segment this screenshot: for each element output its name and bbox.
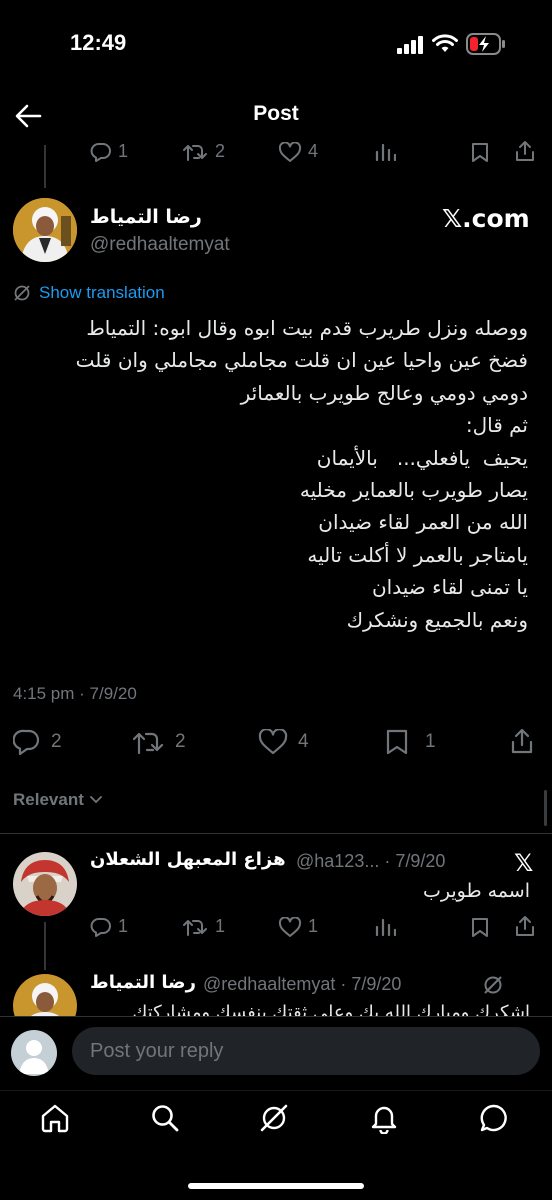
reply-avatar[interactable] [13,852,77,916]
reply1-share-button[interactable] [514,915,536,941]
parent-reply-count: 1 [118,141,129,161]
reply2-text: اشكرك ومبارك الله بك وعلى ثقتك بنفسك ومش… [132,1002,530,1016]
battery-icon [466,33,506,55]
views-icon [374,918,396,936]
views-icon [374,143,396,161]
sort-label: Relevant [13,790,84,809]
reply2-handle-date[interactable]: @redhaaltemyat · 7/9/20 [203,974,401,995]
show-translation-button[interactable]: Show translation [13,283,165,303]
repost-count: 2 [175,731,186,752]
sort-dropdown[interactable]: Relevant [13,790,102,810]
share-icon [514,140,536,162]
share-icon [514,915,536,937]
divider [0,833,552,834]
post-timestamp[interactable]: 4:15 pm · 7/9/20 [13,684,137,704]
reply1-repost-count: 1 [215,916,226,936]
parent-share-button[interactable] [514,140,536,166]
share-icon [510,728,534,754]
parent-views-button[interactable] [374,143,396,165]
grok-icon [482,974,504,996]
heart-icon [278,916,302,937]
reply1-repost-button[interactable]: 1 [183,916,225,937]
parent-like-button[interactable]: 4 [278,141,318,162]
chevron-down-icon [89,796,102,804]
share-button[interactable] [510,728,534,758]
home-icon [39,1102,71,1134]
reply-count: 2 [51,731,62,752]
parent-repost-button[interactable]: 2 [183,141,225,162]
bell-icon [368,1102,400,1134]
user-avatar[interactable] [11,1030,57,1076]
reply2-avatar[interactable] [13,974,77,1016]
repost-button[interactable]: 2 [133,729,186,755]
reply-icon [90,142,112,162]
repost-icon [183,142,209,162]
reply-composer[interactable] [72,1027,540,1075]
like-button[interactable]: 4 [258,729,309,755]
reply-handle-date[interactable]: @ha123... · 7/9/20 [296,851,445,872]
cellular-signal-icon [397,36,425,54]
bookmark-icon [470,142,490,162]
reply-author-name[interactable]: هزاع المعبهل الشعلان [90,849,286,870]
parent-reply-button[interactable]: 1 [90,141,128,162]
scroll-indicator [544,790,547,826]
wifi-icon [432,34,458,54]
repost-icon [133,729,165,755]
author-handle[interactable]: @redhaaltemyat [90,234,230,256]
bookmark-icon [385,729,409,755]
reply1-reply-button[interactable]: 1 [90,916,128,937]
nav-search[interactable] [149,1102,181,1138]
reply1-like-button[interactable]: 1 [278,916,318,937]
repost-icon [183,917,209,937]
reply2-author-name[interactable]: رضا التمياط [90,972,196,993]
thread-line [44,145,46,188]
author-avatar[interactable] [13,198,77,262]
show-translation-label: Show translation [39,283,165,302]
reply-icon [90,917,112,937]
post-body: ووصله ونزل طريرب قدم بيت ابوه وقال ابوه:… [75,316,528,632]
heart-icon [278,141,302,162]
page-title: Post [253,102,299,125]
author-name[interactable]: رضا التمياط [90,206,210,228]
parent-bookmark-button[interactable] [470,142,490,166]
status-time: 12:49 [70,30,127,55]
search-icon [149,1102,181,1134]
reply1-views-button[interactable] [374,918,396,940]
nav-messages[interactable] [478,1102,510,1138]
reply-button[interactable]: 2 [13,729,62,755]
heart-icon [258,729,288,755]
nav-notifications[interactable] [368,1102,400,1138]
bookmark-button[interactable]: 1 [385,729,436,755]
reply2-clip: رضا التمياط @redhaaltemyat · 7/9/20 اشكر… [0,960,552,1016]
nav-grok[interactable] [258,1102,290,1138]
nav-home[interactable] [39,1102,71,1138]
message-icon [478,1102,510,1134]
translate-icon [13,284,31,302]
bookmark-icon [470,917,490,937]
parent-like-count: 4 [308,141,319,161]
like-count: 4 [298,731,309,752]
x-logo-icon: 𝕏 [514,849,534,877]
parent-repost-count: 2 [215,141,226,161]
home-indicator [188,1183,364,1189]
reply-icon [13,729,41,755]
bookmark-count: 1 [425,731,436,752]
source-badge: 𝕏.com [442,204,530,233]
reply-text: اسمه طويرب [422,880,530,902]
reply1-like-count: 1 [308,916,319,936]
reply-input[interactable] [90,1027,520,1075]
reply1-bookmark-button[interactable] [470,917,490,941]
grok-icon [258,1102,290,1134]
reply1-reply-count: 1 [118,916,129,936]
